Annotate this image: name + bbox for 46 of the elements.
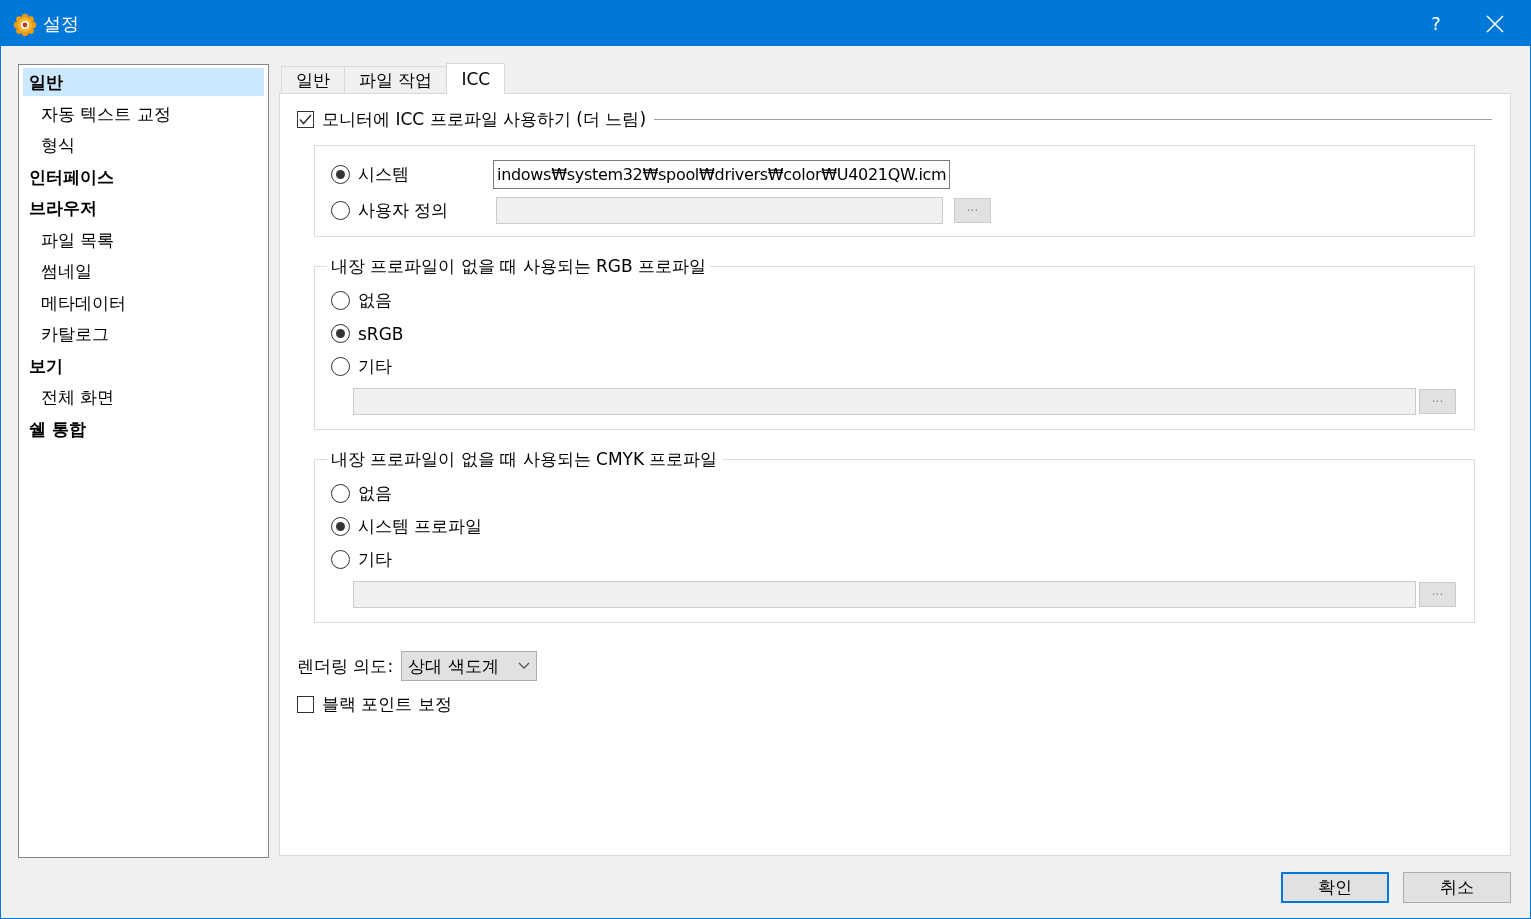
dialog-button[interactable]: 취소 bbox=[1403, 871, 1511, 903]
radio-label: 기타 bbox=[358, 355, 392, 378]
group-title: 내장 프로파일이 없을 때 사용되는 CMYK 프로파일 bbox=[330, 448, 719, 471]
sidebar-item[interactable]: 메타데이터 bbox=[23, 288, 264, 316]
radio-label: 없음 bbox=[358, 482, 392, 505]
radio-button[interactable] bbox=[331, 291, 350, 310]
radio-label: 시스템 프로파일 bbox=[358, 515, 483, 538]
radio-label: 기타 bbox=[358, 548, 392, 571]
radio-button[interactable] bbox=[331, 517, 350, 536]
sidebar-item[interactable]: 보기 bbox=[23, 351, 264, 379]
path-field[interactable]: indows₩system32₩spool₩drivers₩color₩U4021QW.icm bbox=[493, 160, 951, 189]
window-title: 설정 bbox=[43, 11, 80, 36]
close-icon[interactable] bbox=[1486, 14, 1504, 33]
checkbox[interactable] bbox=[297, 696, 314, 713]
tab[interactable]: ICC bbox=[446, 63, 506, 94]
checkbox[interactable] bbox=[297, 111, 314, 128]
sidebar-item[interactable]: 전체 화면 bbox=[23, 383, 264, 411]
radio-button[interactable] bbox=[331, 324, 350, 343]
tab[interactable]: 일반 bbox=[281, 66, 345, 93]
radio-button[interactable] bbox=[331, 165, 350, 184]
dialog-button[interactable]: 확인 bbox=[1281, 871, 1389, 903]
radio-button[interactable] bbox=[331, 484, 350, 503]
sidebar-item[interactable]: 인터페이스 bbox=[23, 162, 264, 190]
group-title: 내장 프로파일이 없을 때 사용되는 RGB 프로파일 bbox=[330, 255, 708, 278]
help-button[interactable]: ? bbox=[1416, 13, 1456, 34]
sidebar-item[interactable]: 쉘 통합 bbox=[23, 414, 264, 442]
app-logo-icon bbox=[13, 11, 37, 36]
radio-button[interactable] bbox=[331, 357, 350, 376]
radio-button[interactable] bbox=[331, 201, 350, 220]
chevron-down-icon bbox=[518, 662, 531, 670]
radio-button[interactable] bbox=[331, 550, 350, 569]
radio-label: 시스템 bbox=[358, 163, 410, 186]
sidebar-item[interactable]: 카탈로그 bbox=[23, 320, 264, 348]
sidebar-item[interactable]: 파일 목록 bbox=[23, 225, 264, 253]
sidebar-item[interactable]: 형식 bbox=[23, 131, 264, 159]
sidebar-item[interactable]: 일반 bbox=[23, 68, 264, 96]
rendering-intent-label: 렌더링 의도: bbox=[297, 654, 394, 678]
rendering-intent-dropdown[interactable]: 상대 색도계 bbox=[401, 651, 538, 681]
sidebar-item[interactable]: 썸네일 bbox=[23, 257, 264, 285]
checkbox-label: 모니터에 ICC 프로파일 사용하기 (더 느림) bbox=[322, 108, 647, 131]
sidebar-item[interactable]: 자동 텍스트 교정 bbox=[23, 99, 264, 127]
radio-label: 없음 bbox=[358, 289, 392, 312]
radio-label: 사용자 정의 bbox=[358, 199, 450, 222]
checkbox-label: 블랙 포인트 보정 bbox=[322, 693, 452, 716]
sidebar-item[interactable]: 브라우저 bbox=[23, 194, 264, 222]
radio-label: sRGB bbox=[358, 323, 404, 344]
